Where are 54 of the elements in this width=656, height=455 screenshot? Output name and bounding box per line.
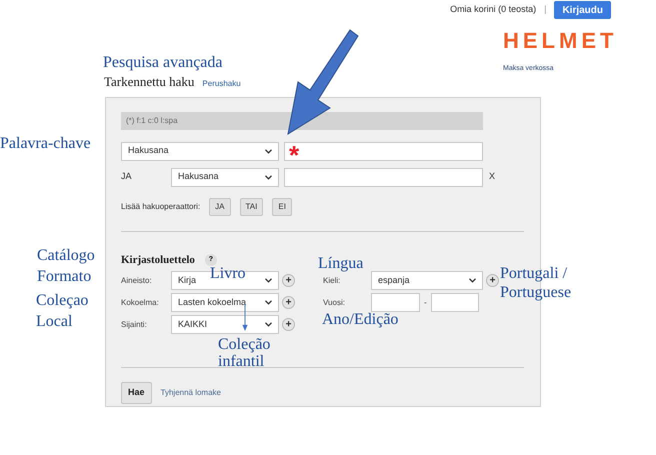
section-title: Kirjastoluettelo	[121, 252, 195, 268]
add-button[interactable]: +	[282, 274, 295, 287]
clear-text[interactable]: X	[489, 170, 496, 184]
query-preview-field: (*) f:1 c:0 l:spa	[121, 112, 483, 130]
annotation-label: Pesquisa avançada	[103, 54, 223, 72]
logo-text: HELMET	[503, 28, 618, 54]
dash-text: -	[424, 296, 427, 308]
filter-select[interactable]: KAIKKI	[171, 315, 279, 334]
annotation-label: infantil	[218, 353, 264, 371]
chevron-down-icon	[265, 322, 272, 327]
annotation-label: Portugali /	[500, 265, 568, 283]
separator-text: |	[544, 3, 546, 16]
chevron-down-icon	[469, 278, 476, 283]
year-from-input[interactable]	[371, 293, 420, 312]
add-operator-label: Lisää hakuoperaattori:	[121, 200, 200, 212]
annotation-label: Local	[36, 313, 72, 331]
annotation-label: Coleção	[218, 336, 270, 354]
field-label: Aineisto:	[121, 274, 153, 286]
search-input[interactable]	[284, 168, 483, 186]
operator-button[interactable]: EI	[272, 198, 292, 216]
operator-button[interactable]: JA	[209, 198, 231, 216]
clear-form-link[interactable]: Tyhjennä lomake	[160, 387, 221, 399]
language-select[interactable]: espanja	[371, 271, 483, 290]
add-button[interactable]: +	[486, 274, 499, 287]
annotation-label: Portuguese	[500, 284, 572, 302]
add-button[interactable]: +	[282, 296, 295, 309]
filter-select[interactable]: Lasten kokoelma	[171, 293, 279, 312]
year-to-input[interactable]	[430, 293, 479, 312]
field-select[interactable]: Hakusana	[171, 168, 279, 186]
basket-link[interactable]: Omia korini (0 teosta)	[450, 3, 536, 17]
chevron-down-icon	[265, 300, 272, 305]
arrow-drawing	[241, 304, 249, 331]
annotation-label: Ano/Edição	[322, 311, 398, 329]
search-input[interactable]: *	[284, 142, 483, 160]
operator-label: JA	[121, 170, 133, 184]
page-title: Tarkennettu haku	[104, 73, 194, 91]
annotation-label: Palavra-chave	[0, 135, 91, 153]
search-button[interactable]: Hae	[121, 382, 152, 404]
chevron-down-icon	[265, 174, 272, 180]
chevron-down-icon	[265, 148, 272, 154]
annotation-label: Língua	[318, 255, 364, 273]
field-label: Sijainti:	[121, 318, 148, 330]
operator-button[interactable]: TAI	[240, 198, 264, 216]
login-button[interactable]: Kirjaudu	[554, 1, 611, 19]
annotation-label: Coleçao	[36, 292, 88, 310]
field-label: Kieli:	[323, 274, 342, 286]
annotation-label: Catálogo	[37, 247, 95, 265]
field-select[interactable]: Hakusana	[121, 142, 279, 160]
chevron-down-icon	[265, 278, 272, 283]
basic-search-link[interactable]: Perushaku	[202, 78, 241, 90]
add-button[interactable]: +	[282, 318, 295, 331]
field-label: Vuosi:	[323, 296, 346, 308]
field-label: Kokoelma:	[121, 296, 160, 308]
annotation-label: Formato	[37, 268, 92, 286]
